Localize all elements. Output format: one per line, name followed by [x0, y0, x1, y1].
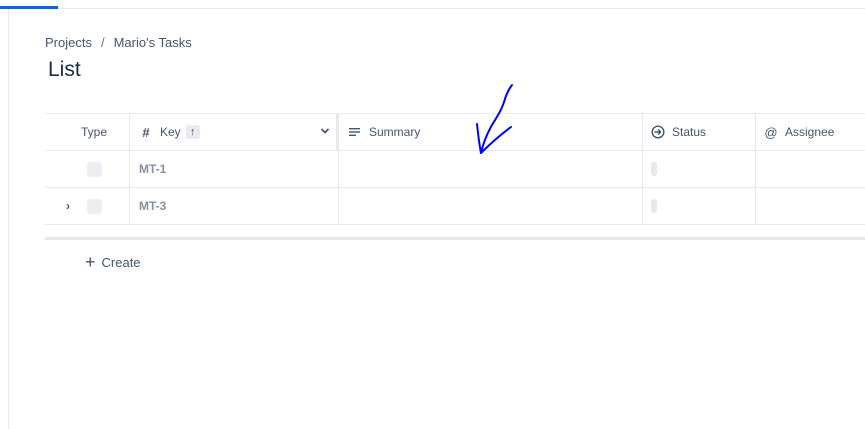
- chevron-down-icon[interactable]: [320, 126, 330, 139]
- at-sign-icon: @: [764, 124, 778, 140]
- breadcrumb: Projects / Mario's Tasks: [45, 35, 192, 50]
- key-cell[interactable]: MT-1: [130, 151, 339, 187]
- status-lozenge[interactable]: [651, 199, 657, 213]
- hand-drawn-arrow-annotation: [476, 84, 513, 154]
- page-title: List: [48, 58, 81, 81]
- status-cell[interactable]: [643, 151, 756, 187]
- breadcrumb-current-project-link[interactable]: Mario's Tasks: [114, 35, 192, 50]
- hash-icon: #: [142, 124, 150, 140]
- text-lines-icon: [348, 125, 362, 139]
- assignee-cell[interactable]: [756, 188, 865, 224]
- assignee-cell[interactable]: [756, 151, 865, 187]
- column-header-key-label: Key: [160, 125, 181, 139]
- table-bottom-divider: [45, 237, 865, 240]
- column-header-type[interactable]: Type: [45, 114, 130, 150]
- issue-list-table: Type # Key ↑ Summary Status @ Assignee M…: [45, 113, 865, 225]
- summary-cell[interactable]: [339, 188, 643, 224]
- breadcrumb-projects-link[interactable]: Projects: [45, 35, 92, 50]
- create-issue-button[interactable]: + Create: [85, 252, 141, 272]
- column-header-status[interactable]: Status: [643, 114, 756, 150]
- issue-type-icon[interactable]: [86, 161, 102, 177]
- column-header-assignee[interactable]: @ Assignee: [756, 114, 865, 150]
- app-window: Projects / Mario's Tasks List Type # Key…: [0, 0, 865, 429]
- column-header-key[interactable]: # Key ↑: [130, 114, 339, 150]
- top-navigation: [0, 0, 865, 9]
- type-cell[interactable]: ›: [45, 188, 130, 224]
- sidebar-edge[interactable]: [0, 9, 9, 429]
- column-header-type-label: Type: [80, 125, 107, 139]
- create-button-label: Create: [101, 254, 141, 270]
- sort-ascending-icon[interactable]: ↑: [185, 125, 200, 139]
- key-cell[interactable]: MT-3: [130, 188, 339, 224]
- status-arrow-circle-icon: [651, 125, 665, 139]
- table-header-row: Type # Key ↑ Summary Status @ Assignee: [45, 113, 865, 151]
- type-cell[interactable]: [45, 151, 130, 187]
- column-header-assignee-label: Assignee: [785, 125, 835, 139]
- chevron-right-icon[interactable]: ›: [66, 199, 70, 213]
- issue-key[interactable]: MT-1: [139, 162, 166, 176]
- status-lozenge[interactable]: [651, 162, 657, 176]
- column-header-summary-label: Summary: [369, 125, 421, 139]
- table-row[interactable]: › MT-3: [45, 188, 865, 225]
- column-header-status-label: Status: [672, 125, 707, 139]
- plus-icon: +: [85, 252, 96, 272]
- issue-type-icon[interactable]: [86, 198, 102, 214]
- status-cell[interactable]: [643, 188, 756, 224]
- breadcrumb-separator: /: [100, 35, 105, 50]
- table-row[interactable]: MT-1: [45, 151, 865, 188]
- issue-key[interactable]: MT-3: [139, 199, 166, 213]
